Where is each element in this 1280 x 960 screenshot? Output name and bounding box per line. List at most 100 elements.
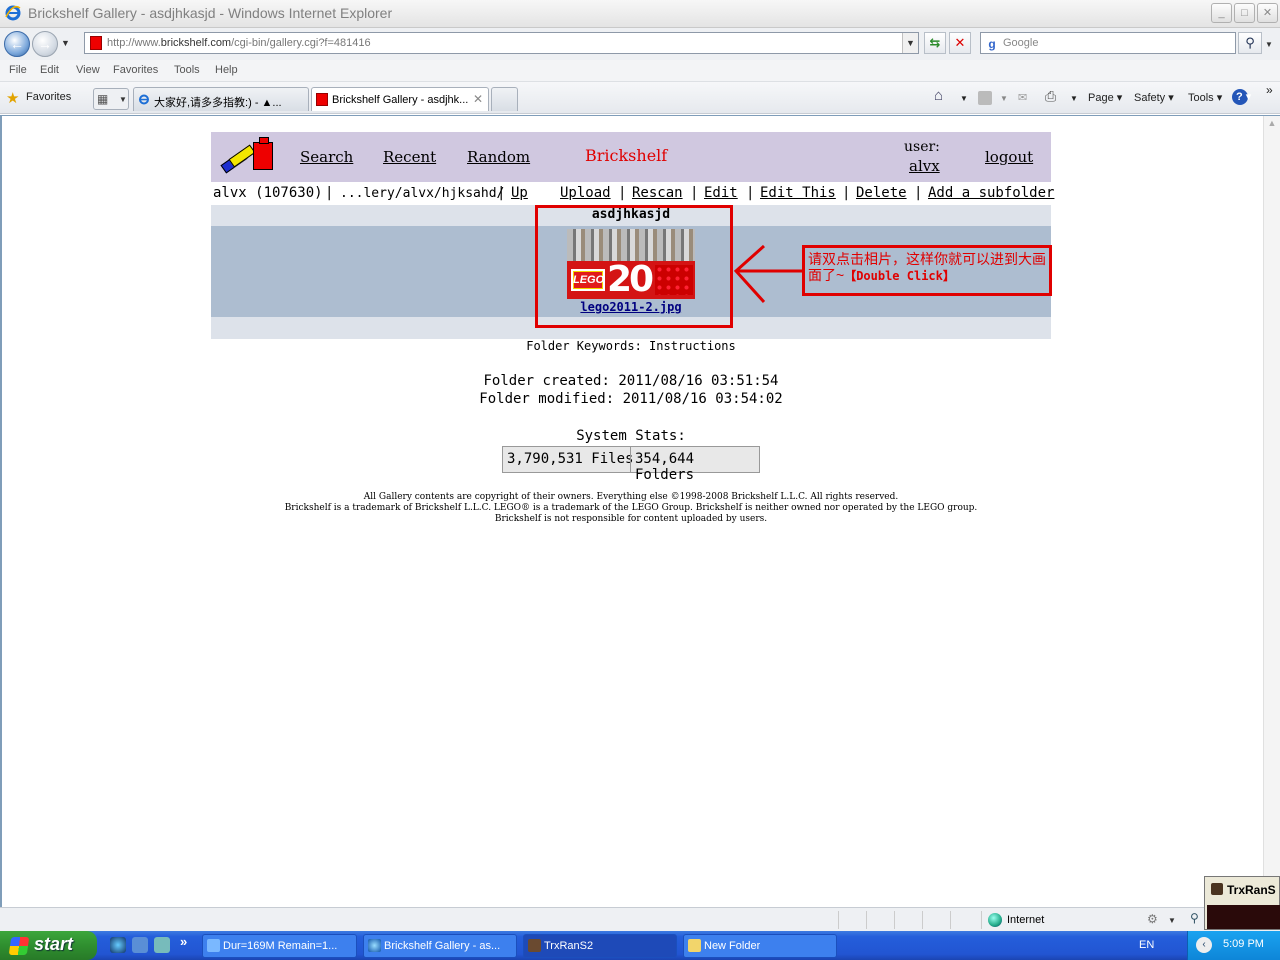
menu-bar: File Edit View Favorites Tools Help xyxy=(0,60,1280,82)
separator: | xyxy=(497,185,506,201)
menu-edit[interactable]: Edit xyxy=(40,64,59,76)
disclaimer-line: Brickshelf is not responsible for conten… xyxy=(494,514,768,524)
trxrans-app-icon xyxy=(1211,883,1223,895)
task-brickshelf-gallery[interactable]: Brickshelf Gallery - as... xyxy=(363,934,517,958)
history-dropdown-icon[interactable]: ▼ xyxy=(61,38,70,48)
close-button[interactable]: ✕ xyxy=(1257,3,1278,23)
highlight-box xyxy=(535,205,733,328)
search-button[interactable]: ⚲ xyxy=(1238,32,1262,54)
tray-expand-icon[interactable]: ‹ xyxy=(1196,937,1212,953)
security-zone[interactable]: Internet xyxy=(1007,914,1044,926)
folder-created: Folder created: 2011/08/16 03:51:54 xyxy=(483,373,779,389)
yellow-brick-icon xyxy=(228,144,256,168)
files-count: 3,790,531 Files xyxy=(507,451,634,467)
tools-menu[interactable]: Tools ▾ xyxy=(1188,91,1222,104)
forward-button[interactable]: → xyxy=(32,31,58,57)
username-link[interactable]: alvx xyxy=(909,157,940,175)
nav-search-link[interactable]: Search xyxy=(300,148,353,166)
favorites-tab-row: ★ Favorites ▦ ▼ 大家好,请多多指教:) - ▲... Brick… xyxy=(0,82,1280,114)
up-link[interactable]: Up xyxy=(511,185,528,201)
menu-favorites[interactable]: Favorites xyxy=(113,64,158,76)
favorites-star-icon[interactable]: ★ xyxy=(6,89,19,107)
nav-random-link[interactable]: Random xyxy=(467,148,530,166)
delete-link[interactable]: Delete xyxy=(856,185,907,201)
protected-mode-icon[interactable]: ⚙ xyxy=(1147,912,1158,926)
task-label: TrxRanS2 xyxy=(544,940,594,952)
upload-link[interactable]: Upload xyxy=(560,185,611,201)
refresh-button[interactable]: ⇆ xyxy=(924,32,946,54)
quicklaunch-more-icon[interactable]: » xyxy=(180,934,187,949)
taskbar: start » Dur=169M Remain=1... Brickshelf … xyxy=(0,931,1280,960)
nav-recent-link[interactable]: Recent xyxy=(383,148,436,166)
edit-this-link[interactable]: Edit This xyxy=(760,185,836,201)
print-icon[interactable]: ⎙ xyxy=(1045,88,1056,105)
status-divider xyxy=(950,911,951,929)
clock[interactable]: 5:09 PM xyxy=(1223,938,1264,950)
feeds-icon[interactable] xyxy=(978,91,992,105)
quicklaunch-ie-icon[interactable] xyxy=(110,937,126,953)
language-indicator[interactable]: EN xyxy=(1139,939,1154,951)
zoom-dropdown-icon[interactable]: ▼ xyxy=(1168,916,1176,925)
search-box[interactable]: g Google xyxy=(980,32,1236,54)
home-dropdown-icon[interactable]: ▼ xyxy=(960,94,968,103)
more-commands-icon[interactable]: » xyxy=(1266,83,1273,97)
internet-zone-icon xyxy=(988,913,1002,927)
start-button[interactable]: start xyxy=(0,931,97,960)
quick-tabs-button[interactable]: ▦ ▼ xyxy=(93,88,129,110)
edit-link[interactable]: Edit xyxy=(704,185,738,201)
menu-file[interactable]: File xyxy=(9,64,27,76)
brickshelf-favicon-icon xyxy=(316,93,328,106)
system-tray: ‹ 5:09 PM xyxy=(1187,931,1280,960)
trxrans-title: TrxRanS xyxy=(1227,883,1276,897)
search-options-icon[interactable]: ▼ xyxy=(1265,40,1273,49)
status-divider xyxy=(981,911,982,929)
address-dropdown-icon[interactable]: ▼ xyxy=(902,33,918,53)
add-subfolder-link[interactable]: Add a subfolder xyxy=(928,185,1054,201)
task-dur-remain[interactable]: Dur=169M Remain=1... xyxy=(202,934,357,958)
trxrans-window[interactable]: TrxRanS xyxy=(1204,876,1280,930)
folder-keywords: Folder Keywords: Instructions xyxy=(526,339,736,353)
logout-link[interactable]: logout xyxy=(985,148,1033,166)
task-trxrans2[interactable]: TrxRanS2 xyxy=(523,934,677,958)
print-dropdown-icon[interactable]: ▼ xyxy=(1070,94,1078,103)
address-url[interactable]: http://www.brickshelf.com/cgi-bin/galler… xyxy=(107,37,371,49)
close-tab-icon[interactable]: ✕ xyxy=(473,92,483,106)
folder-modified: Folder modified: 2011/08/16 03:54:02 xyxy=(479,391,783,407)
status-divider xyxy=(922,911,923,929)
system-stats-table: 3,790,531 Files 354,644 Folders xyxy=(502,446,760,483)
menu-tools[interactable]: Tools xyxy=(174,64,200,76)
folders-count: 354,644 Folders xyxy=(635,451,695,483)
menu-help[interactable]: Help xyxy=(215,64,238,76)
site-brand: Brickshelf xyxy=(585,146,668,165)
site-header: Search Recent Random Brickshelf user: al… xyxy=(211,132,1051,182)
tab-brickshelf[interactable]: Brickshelf Gallery - asdjhk... ✕ xyxy=(311,87,489,111)
help-menu[interactable]: ? ▾ xyxy=(1236,90,1251,103)
maximize-button[interactable]: □ xyxy=(1234,3,1255,23)
address-bar[interactable]: http://www.brickshelf.com/cgi-bin/galler… xyxy=(84,32,919,54)
mail-icon[interactable]: ✉ xyxy=(1018,91,1027,104)
tab-chinese-forum[interactable]: 大家好,请多多指教:) - ▲... xyxy=(133,87,309,111)
window-title: Brickshelf Gallery - asdjhkasjd - Window… xyxy=(28,5,393,21)
vertical-scrollbar[interactable]: ▲ xyxy=(1263,116,1280,906)
favorites-button[interactable]: Favorites xyxy=(26,91,71,103)
tab-list-dropdown-icon[interactable]: ▼ xyxy=(119,95,127,104)
menu-view[interactable]: View xyxy=(76,64,100,76)
page-menu[interactable]: Page ▾ xyxy=(1088,91,1122,104)
minimize-button[interactable]: _ xyxy=(1211,3,1232,23)
quicklaunch-desktop-icon[interactable] xyxy=(132,937,148,953)
new-tab-button[interactable] xyxy=(491,87,518,111)
quick-tabs-icon: ▦ xyxy=(97,92,109,106)
home-icon[interactable]: ⌂ xyxy=(934,87,943,104)
quicklaunch-messenger-icon[interactable] xyxy=(154,937,170,953)
back-button[interactable]: ← xyxy=(4,31,30,57)
rescan-link[interactable]: Rescan xyxy=(632,185,683,201)
safety-menu[interactable]: Safety ▾ xyxy=(1134,91,1174,104)
feeds-dropdown-icon[interactable]: ▼ xyxy=(1000,94,1008,103)
annotation-emphasis: 【Double Click】 xyxy=(844,269,955,283)
zoom-icon[interactable]: ⚲ xyxy=(1190,911,1199,925)
tab-label: 大家好,请多多指教:) - ▲... xyxy=(154,97,282,109)
task-new-folder[interactable]: New Folder xyxy=(683,934,837,958)
stop-button[interactable]: ✕ xyxy=(949,32,971,54)
scroll-up-icon[interactable]: ▲ xyxy=(1265,118,1279,132)
search-input[interactable]: Google xyxy=(1003,37,1038,49)
